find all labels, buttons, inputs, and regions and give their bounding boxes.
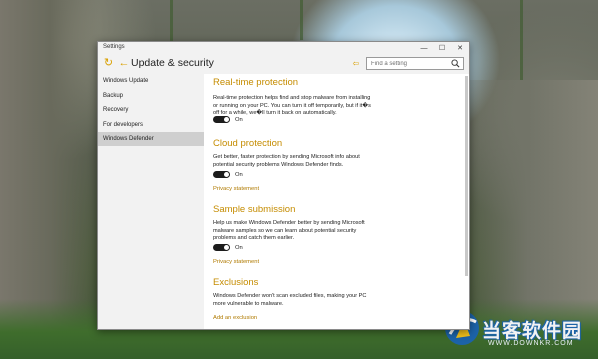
realtime-protection-description: Real-time protection helps find and stop…: [213, 95, 371, 117]
watermark-subtext: WWW.DOWNKR.COM: [488, 340, 574, 347]
sample-privacy-statement-link[interactable]: Privacy statement: [213, 259, 259, 265]
exclusions-title: Exclusions: [213, 277, 259, 288]
exclusions-description: Windows Defender won't scan excluded fil…: [213, 293, 367, 307]
search-input[interactable]: [367, 58, 451, 69]
sample-submission-description: Help us make Windows Defender better by …: [213, 220, 365, 242]
sidebar-item-for-developers[interactable]: For developers: [98, 118, 204, 132]
sample-submission-toggle[interactable]: [213, 244, 230, 251]
refresh-icon[interactable]: ↻: [102, 57, 115, 70]
window-controls: — ☐ ✕: [415, 42, 469, 54]
page-title: Update & security: [131, 57, 214, 69]
page-header: ↻ ← Update & security ⇦: [98, 54, 469, 74]
sidebar-item-backup[interactable]: Backup: [98, 89, 204, 103]
cloud-protection-toggle-label: On: [235, 172, 243, 178]
watermark-text: 当客软件园: [482, 320, 583, 342]
sidebar-nav: Windows Update Backup Recovery For devel…: [98, 74, 204, 329]
close-button[interactable]: ✕: [451, 42, 469, 54]
cloud-protection-title: Cloud protection: [213, 138, 283, 149]
pin-icon[interactable]: ⇦: [351, 58, 361, 69]
back-arrow-icon[interactable]: ←: [118, 57, 130, 70]
sample-submission-title: Sample submission: [213, 204, 296, 215]
realtime-protection-toggle-label: On: [235, 117, 243, 123]
cloud-protection-description: Get better, faster protection by sending…: [213, 154, 360, 168]
add-exclusion-link[interactable]: Add an exclusion: [213, 315, 257, 321]
main-content: Real-time protection Real-time protectio…: [205, 74, 469, 329]
search-icon[interactable]: [451, 59, 460, 68]
content-scrollbar[interactable]: [465, 76, 468, 276]
sample-submission-toggle-label: On: [235, 245, 243, 251]
realtime-protection-toggle[interactable]: [213, 116, 230, 123]
title-bar[interactable]: Settings — ☐ ✕: [98, 42, 469, 54]
sidebar-item-windows-defender[interactable]: Windows Defender: [98, 132, 204, 146]
realtime-protection-title: Real-time protection: [213, 77, 299, 88]
search-box[interactable]: [366, 57, 464, 70]
minimize-button[interactable]: —: [415, 42, 433, 54]
cloud-privacy-statement-link[interactable]: Privacy statement: [213, 186, 259, 192]
sidebar-item-recovery[interactable]: Recovery: [98, 103, 204, 117]
sidebar-item-windows-update[interactable]: Windows Update: [98, 74, 204, 88]
settings-window: Settings — ☐ ✕ ↻ ← Update & security ⇦ W…: [97, 41, 470, 330]
cloud-protection-toggle[interactable]: [213, 171, 230, 178]
window-title: Settings: [103, 44, 125, 50]
maximize-button[interactable]: ☐: [433, 42, 451, 54]
